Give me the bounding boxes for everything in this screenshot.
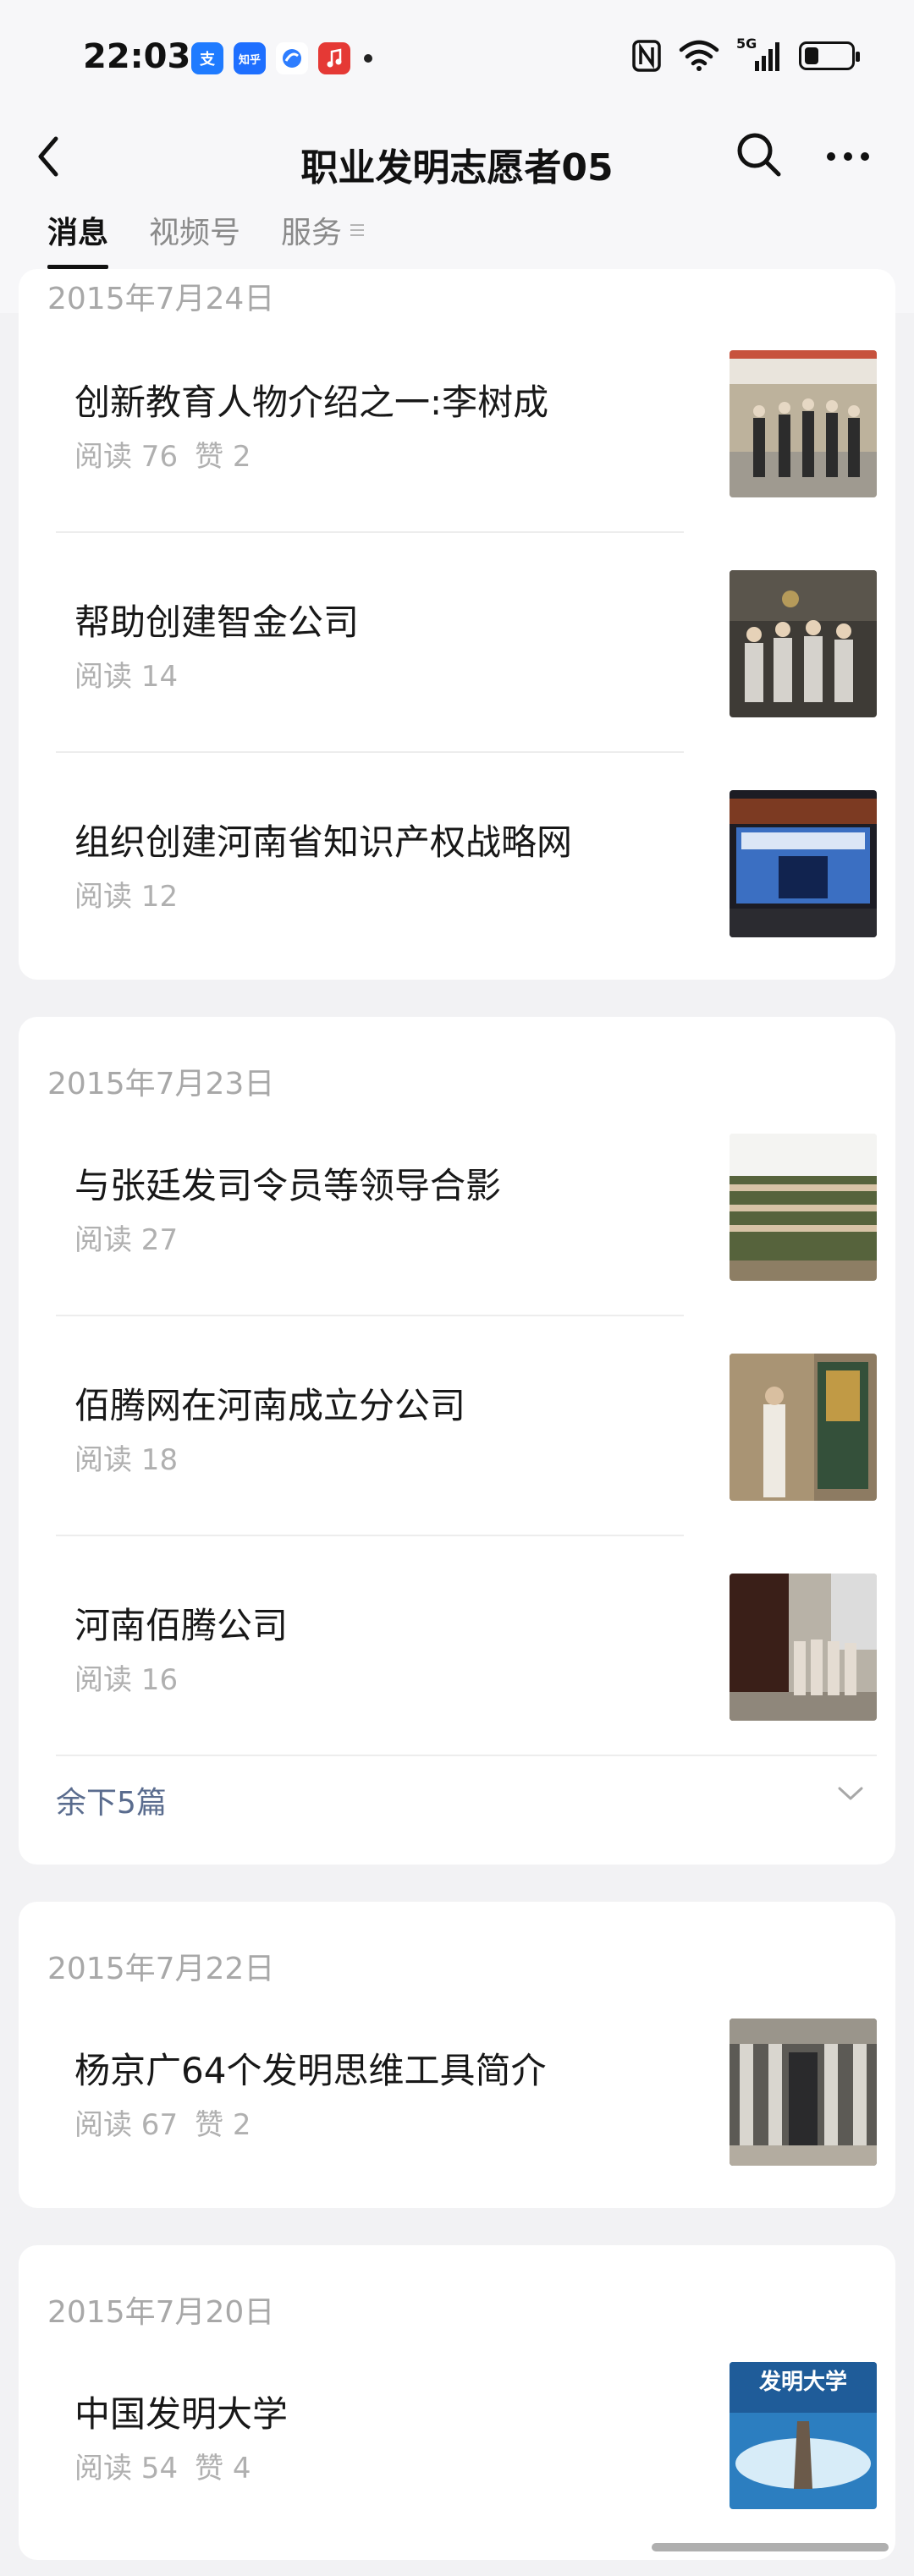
tab-services-label: 服务 bbox=[281, 216, 343, 250]
article-thumbnail bbox=[730, 1354, 877, 1501]
like-count: 赞 2 bbox=[195, 440, 251, 474]
article-meta: 阅读 27 bbox=[74, 1217, 178, 1258]
chevron-down-icon bbox=[838, 1787, 863, 1800]
nfc-icon bbox=[632, 40, 661, 72]
menu-icon bbox=[350, 221, 365, 239]
article-thumbnail bbox=[730, 790, 877, 937]
article-meta: 阅读 12 bbox=[74, 873, 178, 915]
article-thumbnail bbox=[730, 350, 877, 497]
status-app-icons: 支 知乎 bbox=[191, 42, 372, 74]
search-icon[interactable] bbox=[733, 129, 784, 179]
article-item[interactable]: 创新教育人物介绍之一:李树成 阅读 76 赞 2 bbox=[56, 350, 877, 499]
read-count: 阅读 76 bbox=[74, 440, 179, 474]
read-count: 阅读 14 bbox=[74, 660, 179, 694]
article-item[interactable]: 帮助创建智金公司 阅读 14 bbox=[56, 570, 877, 719]
cloud-icon bbox=[276, 42, 308, 74]
message-group: 2015年7月20日 中国发明大学 阅读 54 赞 4 发明大学 bbox=[19, 2245, 895, 2560]
article-meta: 阅读 54 赞 4 bbox=[74, 2445, 251, 2486]
article-item[interactable]: 组织创建河南省知识产权战略网 阅读 12 bbox=[56, 790, 877, 939]
divider bbox=[56, 751, 684, 753]
tab-bar: 消息 视频号 服务 bbox=[47, 208, 365, 269]
more-articles-label: 余下5篇 bbox=[56, 1786, 167, 1821]
zhihu-icon: 知乎 bbox=[234, 42, 266, 74]
article-thumbnail bbox=[730, 1134, 877, 1281]
message-group: 2015年7月24日 创新教育人物介绍之一:李树成 阅读 76 赞 2 帮助创建智… bbox=[19, 269, 895, 980]
article-meta: 阅读 16 bbox=[74, 1656, 178, 1698]
like-count: 赞 4 bbox=[195, 2452, 251, 2485]
article-meta: 阅读 14 bbox=[74, 653, 178, 695]
notification-dot bbox=[364, 54, 372, 63]
battery-level bbox=[805, 47, 818, 64]
article-thumbnail bbox=[730, 570, 877, 717]
tab-messages[interactable]: 消息 bbox=[47, 208, 109, 269]
date-label: 2015年7月22日 bbox=[47, 1952, 275, 1986]
tab-messages-label: 消息 bbox=[47, 216, 109, 250]
article-title: 中国发明大学 bbox=[74, 2393, 289, 2435]
battery-icon bbox=[799, 41, 860, 70]
tab-channels-label: 视频号 bbox=[149, 216, 241, 250]
article-title: 组织创建河南省知识产权战略网 bbox=[74, 821, 573, 863]
article-meta: 阅读 76 赞 2 bbox=[74, 433, 251, 475]
date-label: 2015年7月23日 bbox=[47, 1067, 275, 1101]
article-thumbnail bbox=[730, 2019, 877, 2166]
read-count: 阅读 54 bbox=[74, 2452, 179, 2485]
cellular-signal-icon: 5G bbox=[736, 36, 782, 73]
article-title: 创新教育人物介绍之一:李树成 bbox=[74, 382, 549, 423]
read-count: 阅读 67 bbox=[74, 2108, 179, 2142]
message-group: 2015年7月22日 杨京广64个发明思维工具简介 阅读 67 赞 2 bbox=[19, 1902, 895, 2208]
article-meta: 阅读 67 赞 2 bbox=[74, 2101, 251, 2143]
tab-channels[interactable]: 视频号 bbox=[149, 208, 240, 269]
article-title: 佰腾网在河南成立分公司 bbox=[74, 1385, 466, 1426]
article-title: 河南佰腾公司 bbox=[74, 1605, 289, 1646]
thumbnail-title: 发明大学 bbox=[758, 2369, 847, 2395]
divider bbox=[56, 1755, 877, 1756]
status-time: 22:03 bbox=[83, 37, 191, 76]
read-count: 阅读 18 bbox=[74, 1443, 179, 1477]
music-icon bbox=[318, 42, 350, 74]
more-options-icon[interactable] bbox=[823, 135, 873, 178]
date-label: 2015年7月20日 bbox=[47, 2295, 275, 2330]
article-title: 杨京广64个发明思维工具简介 bbox=[74, 2050, 547, 2091]
like-count: 赞 2 bbox=[195, 2108, 251, 2142]
article-item[interactable]: 杨京广64个发明思维工具简介 阅读 67 赞 2 bbox=[56, 2019, 877, 2167]
read-count: 阅读 16 bbox=[74, 1663, 179, 1697]
article-title: 与张廷发司令员等领导合影 bbox=[74, 1165, 502, 1206]
article-meta: 阅读 18 bbox=[74, 1436, 178, 1478]
article-thumbnail bbox=[730, 1574, 877, 1721]
article-item[interactable]: 中国发明大学 阅读 54 赞 4 发明大学 bbox=[56, 2362, 877, 2511]
article-title: 帮助创建智金公司 bbox=[74, 601, 360, 643]
article-thumbnail: 发明大学 bbox=[730, 2362, 877, 2509]
read-count: 阅读 12 bbox=[74, 880, 179, 914]
read-count: 阅读 27 bbox=[74, 1223, 179, 1257]
tab-services[interactable]: 服务 bbox=[281, 208, 365, 269]
divider bbox=[56, 531, 684, 533]
home-indicator bbox=[652, 2543, 889, 2551]
expand-more-articles[interactable]: 余下5篇 bbox=[56, 1771, 877, 1822]
date-label: 2015年7月24日 bbox=[47, 282, 275, 316]
article-item[interactable]: 河南佰腾公司 阅读 16 bbox=[56, 1574, 877, 1722]
divider bbox=[56, 1535, 684, 1536]
divider bbox=[56, 1315, 684, 1316]
article-item[interactable]: 与张廷发司令员等领导合影 阅读 27 bbox=[56, 1134, 877, 1283]
article-item[interactable]: 佰腾网在河南成立分公司 阅读 18 bbox=[56, 1354, 877, 1502]
status-indicators: 5G bbox=[631, 36, 860, 73]
status-bar: 22:03 支 知乎 5G bbox=[0, 0, 914, 118]
message-group: 2015年7月23日 与张廷发司令员等领导合影 阅读 27 佰腾网在河南成立分公… bbox=[19, 1017, 895, 1865]
wifi-icon bbox=[679, 40, 719, 71]
alipay-icon: 支 bbox=[191, 42, 223, 74]
